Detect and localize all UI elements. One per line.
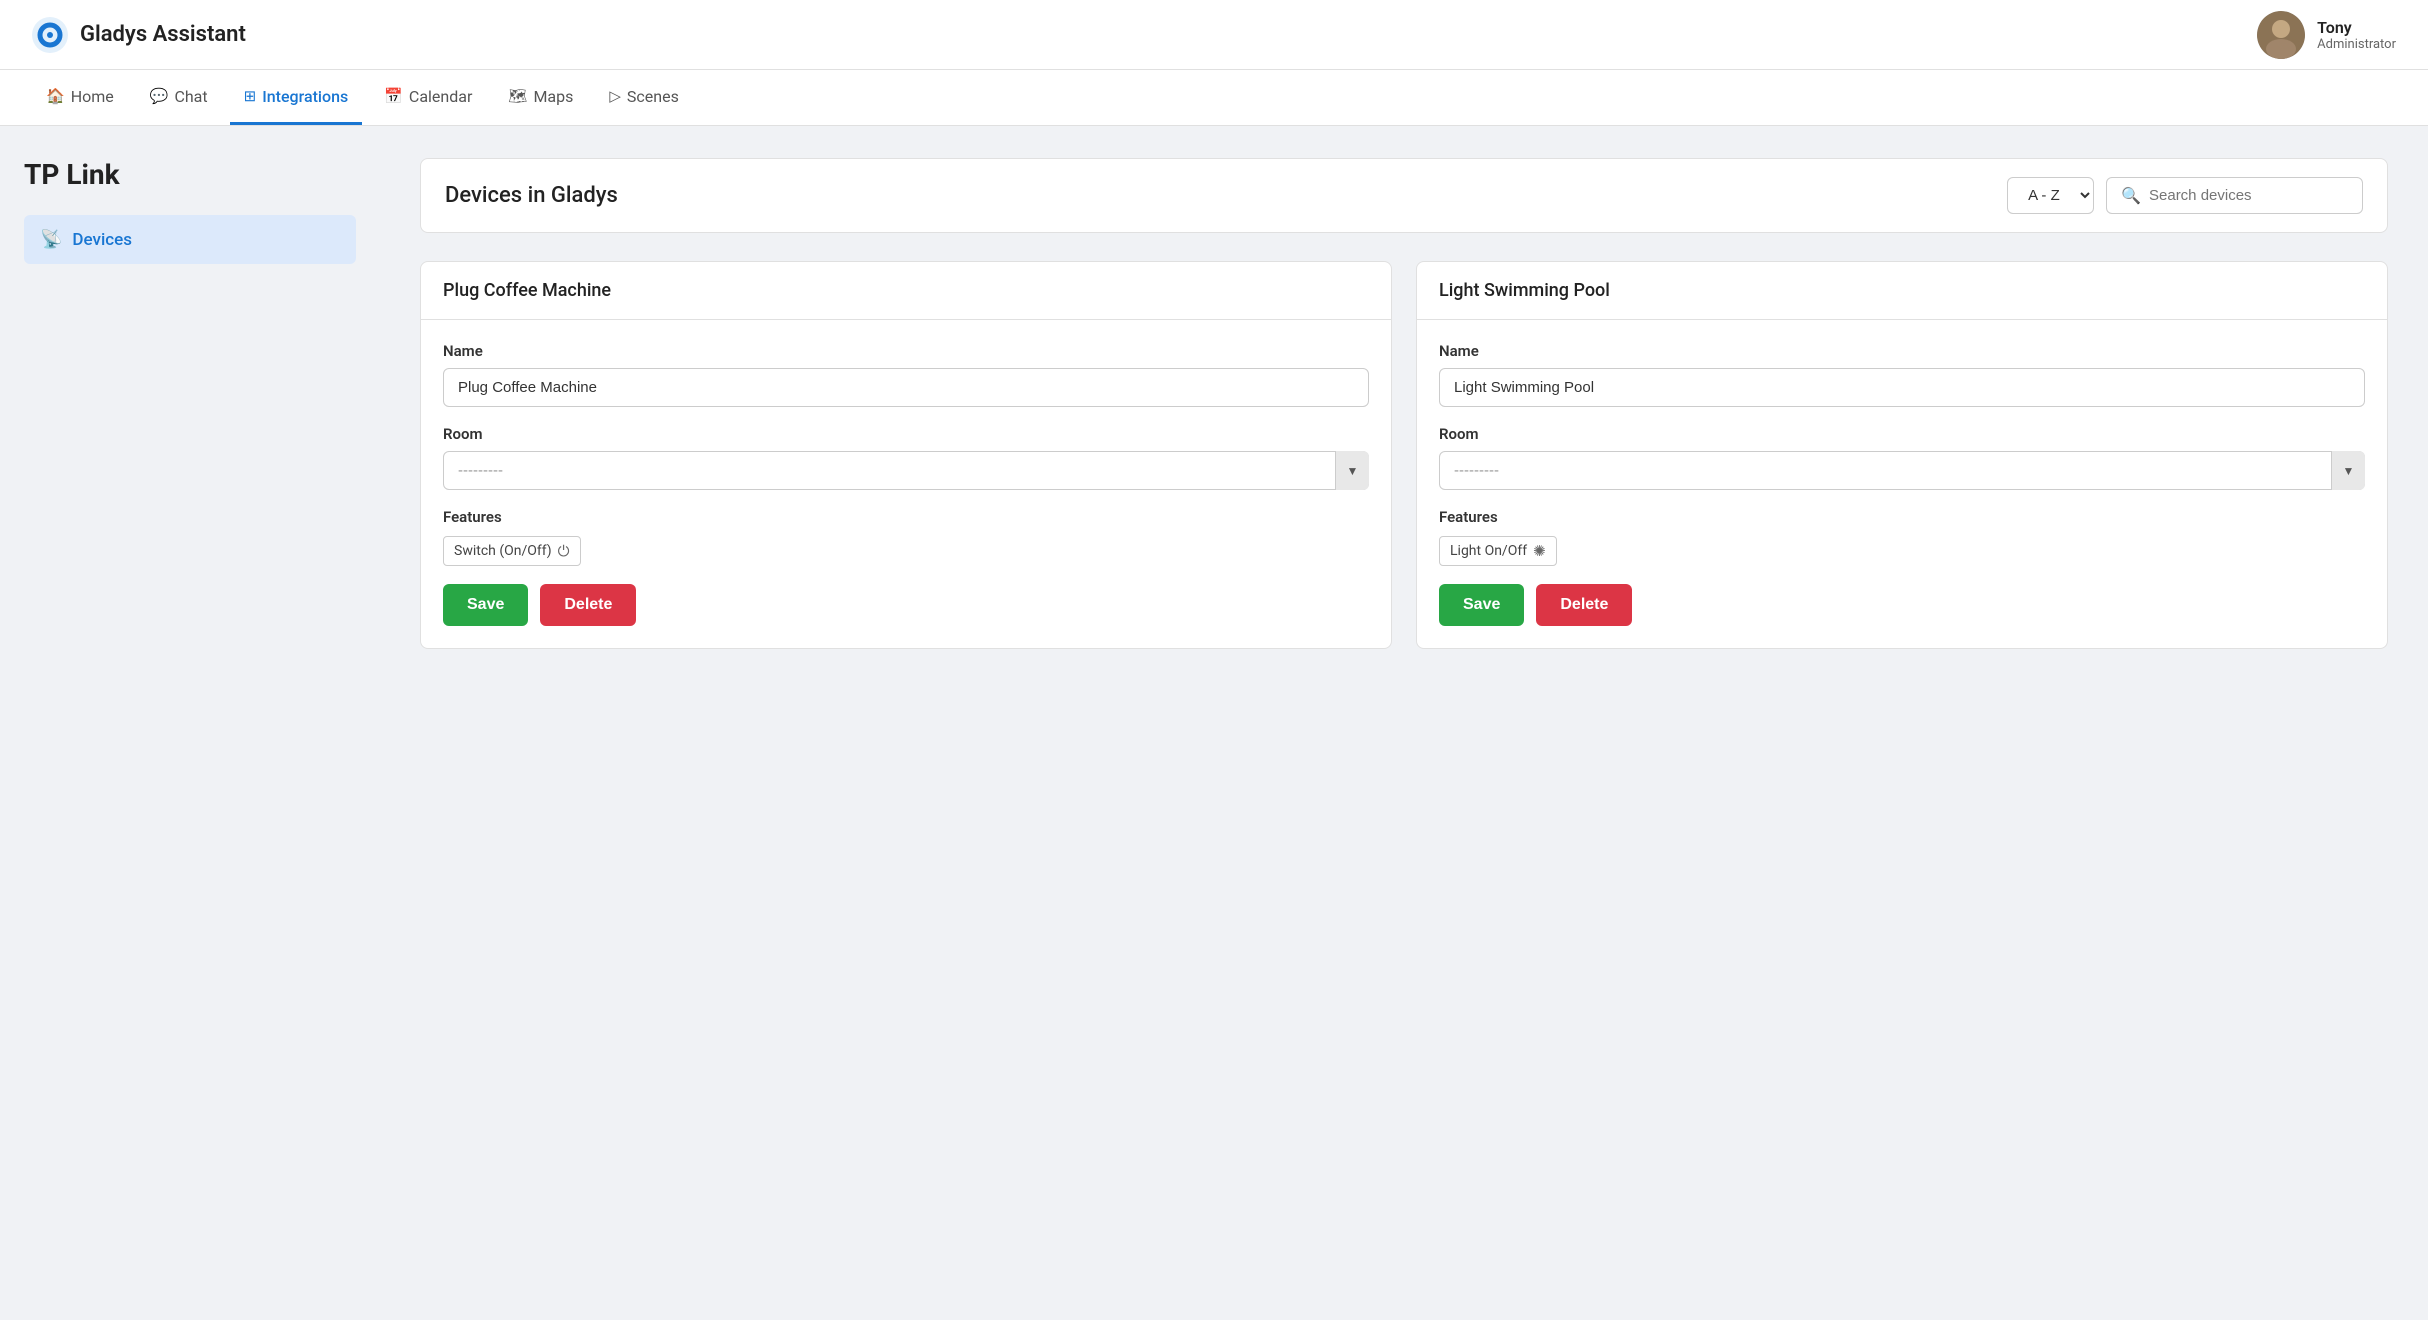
card-body-plug-coffee-machine: Name Room --------- ▼ Features Switch (O… [421, 320, 1391, 648]
save-button-1[interactable]: Save [443, 584, 528, 626]
device-card-light-swimming-pool: Light Swimming Pool Name Room --------- … [1416, 261, 2388, 649]
delete-button-1[interactable]: Delete [540, 584, 636, 626]
layout: TP Link 📡 Devices Devices in Gladys A - … [0, 126, 2428, 1320]
features-label-2: Features [1439, 508, 2365, 526]
room-label-2: Room [1439, 425, 2365, 443]
nav-label-chat: Chat [174, 87, 207, 106]
name-label-2: Name [1439, 342, 2365, 360]
card-actions-2: Save Delete [1439, 584, 2365, 626]
header-controls: A - Z Z - A 🔍 [2007, 177, 2363, 214]
devices-title: Devices in Gladys [445, 183, 618, 208]
topbar-right: Tony Administrator [2257, 11, 2396, 59]
power-icon: ⏻ [558, 542, 570, 560]
room-label-1: Room [443, 425, 1369, 443]
nav-item-maps[interactable]: 🗺 Maps [494, 71, 587, 125]
card-header-plug-coffee-machine: Plug Coffee Machine [421, 262, 1391, 320]
feature-name-1: Switch (On/Off) [454, 543, 552, 559]
scenes-icon: ▷ [609, 87, 621, 105]
nav-item-scenes[interactable]: ▷ Scenes [595, 71, 692, 125]
feature-name-2: Light On/Off [1450, 543, 1527, 559]
home-icon: 🏠 [46, 87, 65, 105]
features-label-1: Features [443, 508, 1369, 526]
room-select-wrapper-1: --------- ▼ [443, 451, 1369, 490]
navbar: 🏠 Home 💬 Chat ⊞ Integrations 📅 Calendar … [0, 70, 2428, 126]
feature-badge-1: Switch (On/Off) ⏻ [443, 536, 581, 566]
light-icon: ✺ [1533, 542, 1546, 560]
calendar-icon: 📅 [384, 87, 403, 105]
room-select-2[interactable]: --------- [1439, 451, 2365, 490]
nav-label-scenes: Scenes [627, 87, 679, 106]
main-content: Devices in Gladys A - Z Z - A 🔍 Plug Cof… [380, 126, 2428, 1320]
devices-header: Devices in Gladys A - Z Z - A 🔍 [420, 158, 2388, 233]
room-select-1[interactable]: --------- [443, 451, 1369, 490]
nav-label-integrations: Integrations [262, 87, 348, 106]
search-icon: 🔍 [2121, 186, 2141, 205]
sidebar-item-devices[interactable]: 📡 Devices [24, 215, 356, 264]
wifi-icon: 📡 [40, 229, 62, 250]
name-label-1: Name [443, 342, 1369, 360]
name-input-2[interactable] [1439, 368, 2365, 407]
sidebar: TP Link 📡 Devices [0, 126, 380, 1320]
devices-grid: Plug Coffee Machine Name Room --------- … [420, 261, 2388, 649]
nav-label-calendar: Calendar [409, 87, 472, 106]
feature-badge-2: Light On/Off ✺ [1439, 536, 1557, 566]
avatar [2257, 11, 2305, 59]
card-actions-1: Save Delete [443, 584, 1369, 626]
save-button-2[interactable]: Save [1439, 584, 1524, 626]
nav-item-integrations[interactable]: ⊞ Integrations [230, 71, 363, 125]
name-input-1[interactable] [443, 368, 1369, 407]
sort-select[interactable]: A - Z Z - A [2007, 177, 2094, 214]
maps-icon: 🗺 [508, 87, 527, 105]
sidebar-item-label-devices: Devices [72, 230, 132, 250]
chat-icon: 💬 [150, 87, 169, 105]
room-select-wrapper-2: --------- ▼ [1439, 451, 2365, 490]
sidebar-title: TP Link [24, 158, 356, 191]
nav-label-home: Home [71, 87, 114, 106]
card-header-light-swimming-pool: Light Swimming Pool [1417, 262, 2387, 320]
search-input[interactable] [2149, 187, 2348, 204]
delete-button-2[interactable]: Delete [1536, 584, 1632, 626]
nav-item-chat[interactable]: 💬 Chat [136, 71, 222, 125]
nav-item-home[interactable]: 🏠 Home [32, 71, 128, 125]
topbar-left: Gladys Assistant [32, 17, 246, 53]
device-card-plug-coffee-machine: Plug Coffee Machine Name Room --------- … [420, 261, 1392, 649]
user-name: Tony [2317, 18, 2396, 37]
user-role: Administrator [2317, 37, 2396, 52]
integrations-icon: ⊞ [244, 87, 257, 105]
user-info: Tony Administrator [2317, 18, 2396, 52]
search-box: 🔍 [2106, 177, 2363, 214]
app-logo-icon [32, 17, 68, 53]
card-body-light-swimming-pool: Name Room --------- ▼ Features Light On/… [1417, 320, 2387, 648]
app-title: Gladys Assistant [80, 22, 246, 47]
nav-item-calendar[interactable]: 📅 Calendar [370, 71, 486, 125]
topbar: Gladys Assistant Tony Administrator [0, 0, 2428, 70]
nav-label-maps: Maps [533, 87, 573, 106]
